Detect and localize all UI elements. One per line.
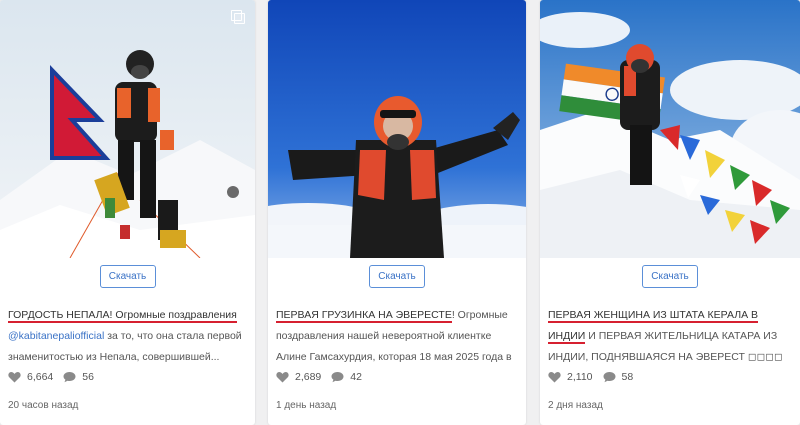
caption-highlight-part-1: ПЕРВАЯ ГРУЗИНКА НА ЭВЕРЕСТЕ <box>276 309 452 321</box>
post-card-3: Скачать ПЕРВАЯ ЖЕНЩИНА ИЗ ШТАТА КЕРАЛА В… <box>540 0 800 425</box>
post-stats: 6,664 56 <box>8 371 104 383</box>
comment-bubble-icon <box>603 372 615 383</box>
download-button[interactable]: Скачать <box>369 265 425 288</box>
heart-icon <box>8 372 21 383</box>
post-stats: 2,110 58 <box>548 371 643 383</box>
comments-value: 56 <box>82 371 94 383</box>
caption-highlight-part-1: ГОРДОСТЬ НЕПАЛА! <box>8 309 113 321</box>
post-image[interactable] <box>540 0 800 258</box>
post-timestamp: 20 часов назад <box>8 400 79 411</box>
post-caption: ПЕРВАЯ ЖЕНЩИНА ИЗ ШТАТА КЕРАЛА В ИНДИИ И… <box>548 305 792 371</box>
comment-bubble-icon <box>331 372 344 383</box>
post-stats: 2,689 42 <box>276 371 372 383</box>
heart-icon <box>276 372 289 383</box>
download-button[interactable]: Скачать <box>99 265 156 288</box>
download-button[interactable]: Скачать <box>642 265 698 288</box>
post-card-2: Скачать ПЕРВАЯ ГРУЗИНКА НА ЭВЕРЕСТЕ! Огр… <box>268 0 526 425</box>
post-image[interactable] <box>268 0 526 258</box>
comments-value: 42 <box>350 371 362 383</box>
post-image[interactable] <box>0 0 255 258</box>
user-mention-link[interactable]: @kabitanepaliofficial <box>8 330 104 342</box>
likes-value: 2,110 <box>567 371 593 383</box>
likes-count: 6,664 <box>8 371 53 383</box>
likes-value: 6,664 <box>27 371 54 383</box>
caption-highlight-part-2: Огромные поздравления <box>112 309 237 321</box>
comments-count: 58 <box>603 371 634 383</box>
likes-count: 2,110 <box>548 371 593 383</box>
likes-count: 2,689 <box>276 371 321 383</box>
comments-count: 42 <box>331 371 362 383</box>
post-card-1: Скачать ГОРДОСТЬ НЕПАЛА! Огромные поздра… <box>0 0 255 425</box>
comments-value: 58 <box>621 371 634 383</box>
comment-bubble-icon <box>63 372 76 383</box>
caption-highlight: ГОРДОСТЬ НЕПАЛА! Огромные поздравления <box>8 309 237 323</box>
multiple-images-icon <box>231 10 245 24</box>
likes-value: 2,689 <box>295 371 322 383</box>
post-timestamp: 1 день назад <box>276 400 337 411</box>
post-timestamp: 2 дня назад <box>548 400 603 411</box>
post-caption: ГОРДОСТЬ НЕПАЛА! Огромные поздравления @… <box>8 305 247 371</box>
comments-count: 56 <box>63 371 94 383</box>
caption-highlight: ПЕРВАЯ ГРУЗИНКА НА ЭВЕРЕСТЕ <box>276 309 452 323</box>
post-caption: ПЕРВАЯ ГРУЗИНКА НА ЭВЕРЕСТЕ! Огромные по… <box>276 305 518 371</box>
heart-icon <box>548 372 561 383</box>
